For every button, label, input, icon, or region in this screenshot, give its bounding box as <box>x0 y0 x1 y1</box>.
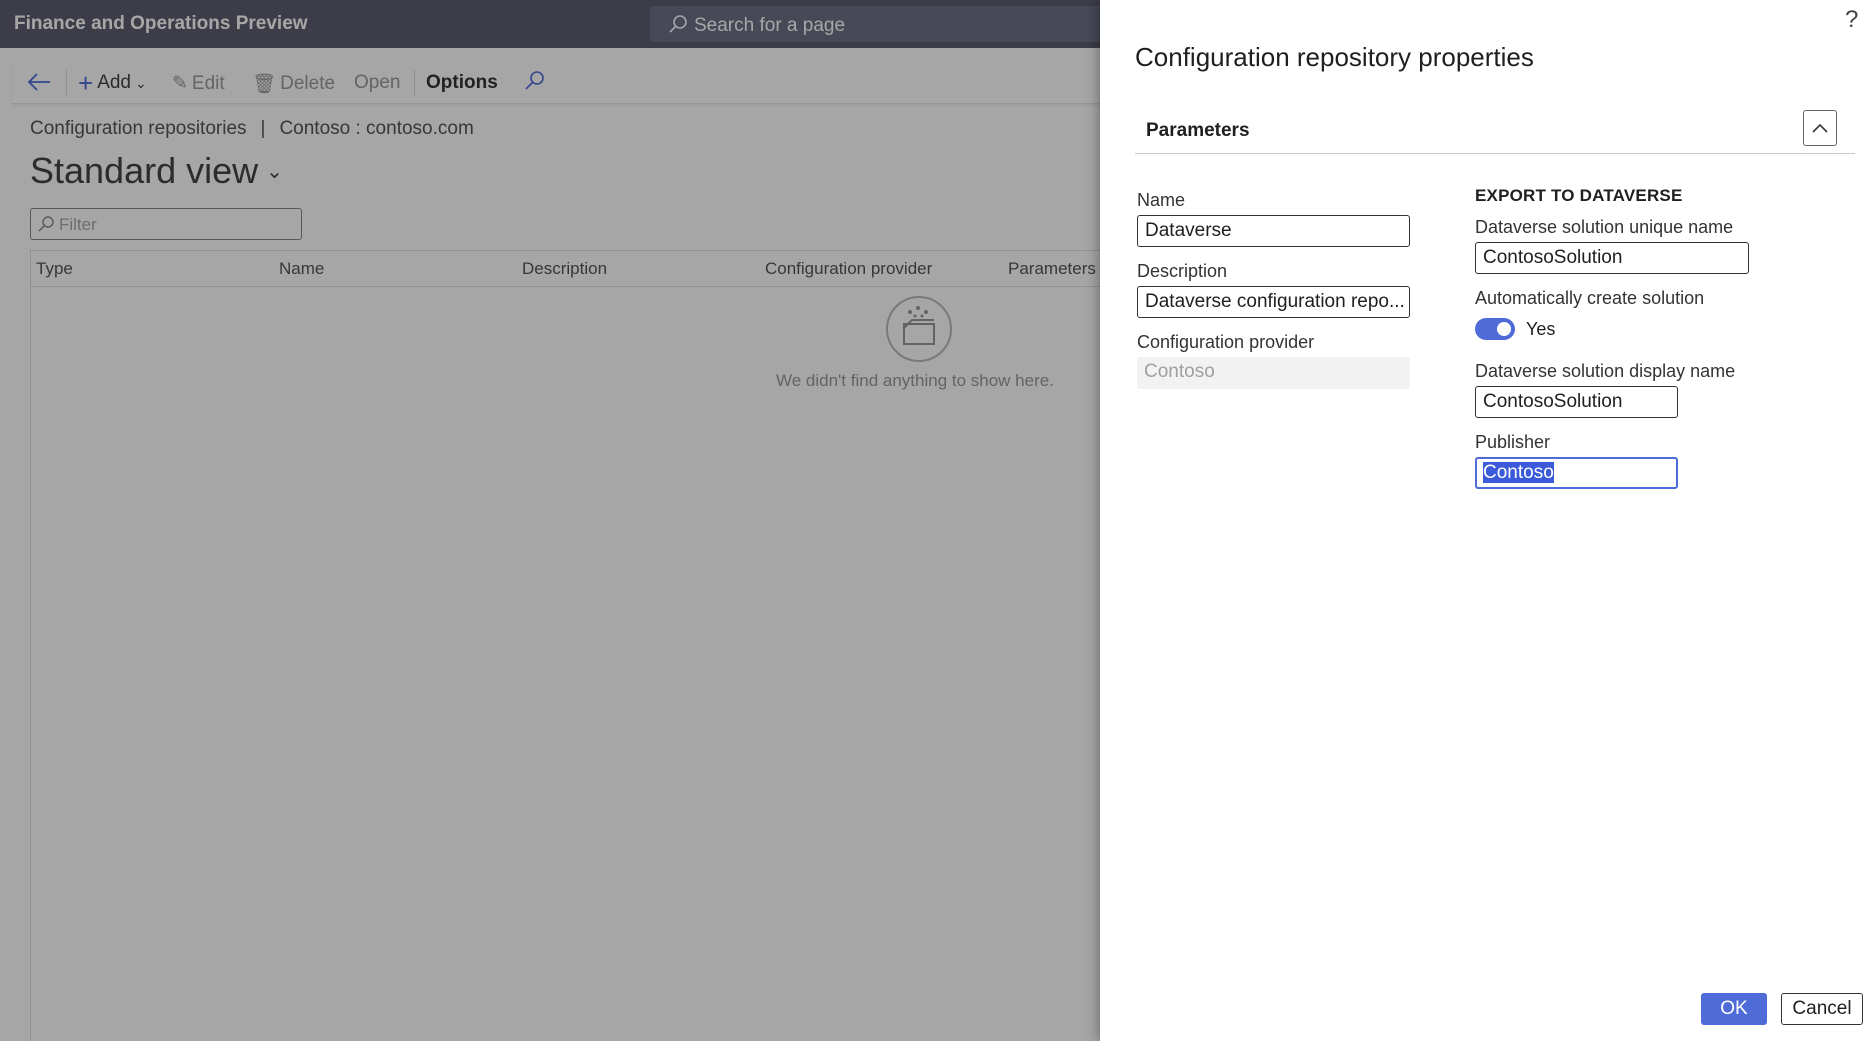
description-field[interactable]: Dataverse configuration repo... <box>1137 286 1410 318</box>
properties-dialog: ? Configuration repository properties Pa… <box>1100 0 1872 1041</box>
publisher-field[interactable]: Contoso <box>1475 457 1678 489</box>
toggle-state-label: Yes <box>1526 319 1556 339</box>
cancel-button[interactable]: Cancel <box>1781 993 1863 1025</box>
provider-label: Configuration provider <box>1137 332 1315 352</box>
export-section-heading: EXPORT TO DATAVERSE <box>1475 186 1683 205</box>
auto-create-label: Automatically create solution <box>1475 288 1705 308</box>
parameters-section-header[interactable]: Parameters <box>1135 110 1855 154</box>
display-name-field[interactable]: ContosoSolution <box>1475 386 1678 418</box>
chevron-up-icon <box>1812 123 1828 133</box>
publisher-value: Contoso <box>1483 462 1554 483</box>
description-label: Description <box>1137 261 1228 281</box>
name-field[interactable]: Dataverse <box>1137 215 1410 247</box>
help-icon[interactable]: ? <box>1845 6 1858 34</box>
name-label: Name <box>1137 190 1186 210</box>
section-title: Parameters <box>1146 120 1250 141</box>
display-name-label: Dataverse solution display name <box>1475 361 1736 381</box>
dialog-title: Configuration repository properties <box>1135 42 1534 72</box>
ok-button[interactable]: OK <box>1701 993 1767 1025</box>
collapse-button[interactable] <box>1803 110 1837 146</box>
unique-name-field[interactable]: ContosoSolution <box>1475 242 1749 274</box>
publisher-label: Publisher <box>1475 432 1551 452</box>
auto-create-toggle[interactable] <box>1475 318 1515 340</box>
provider-field: Contoso <box>1137 357 1410 389</box>
unique-name-label: Dataverse solution unique name <box>1475 217 1734 237</box>
